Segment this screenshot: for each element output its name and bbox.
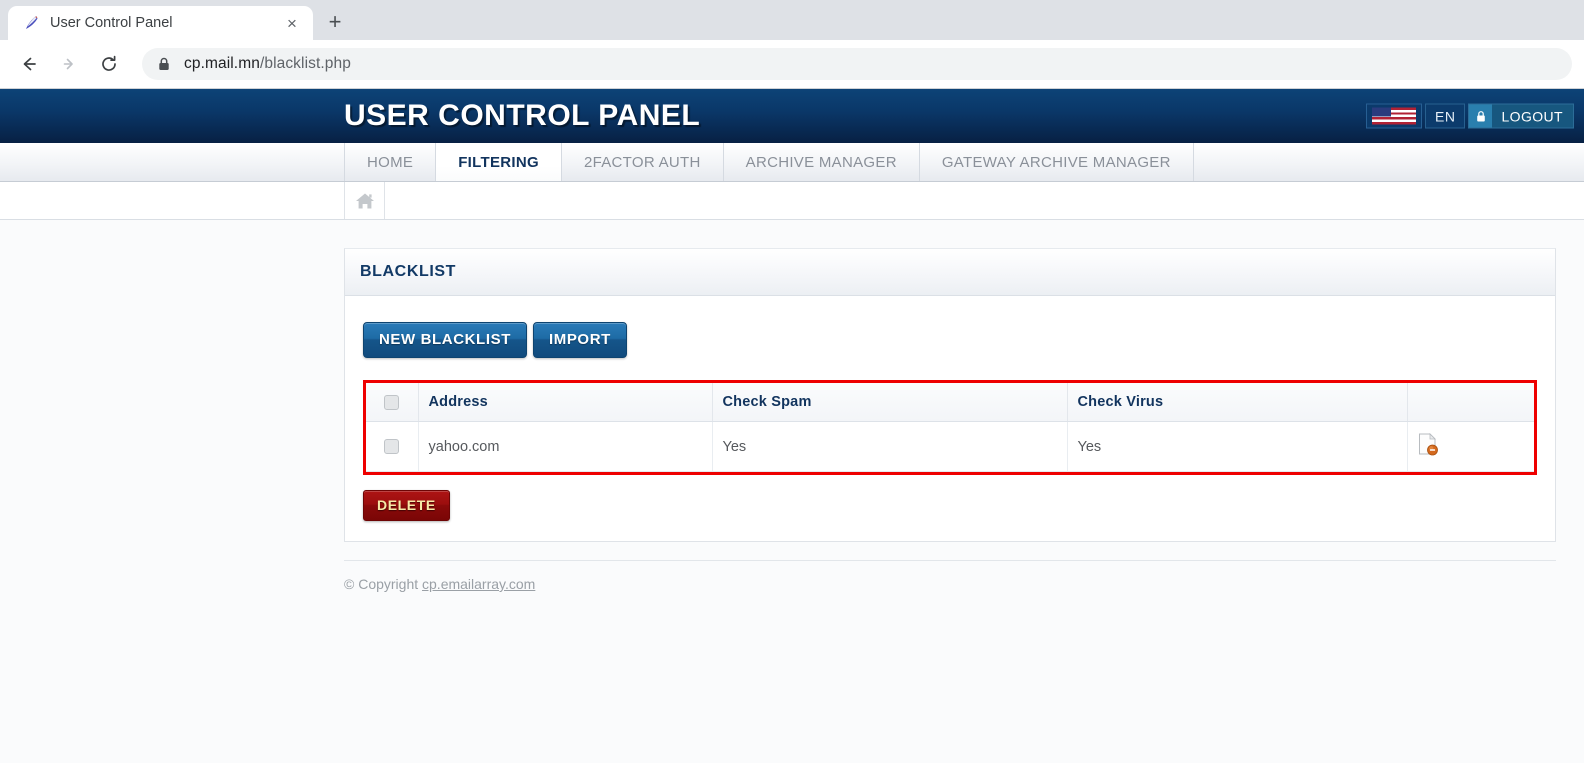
nav-tab-2factor-auth[interactable]: 2FACTOR AUTH — [560, 143, 724, 181]
panel-body: NEW BLACKLIST IMPORT Address Check Spam — [345, 296, 1555, 541]
copyright-text: © Copyright cp.emailarray.com — [344, 561, 1556, 592]
row-checkbox[interactable] — [384, 439, 400, 455]
copyright-link[interactable]: cp.emailarray.com — [422, 576, 535, 592]
browser-toolbar: cp.mail.mn/blacklist.php — [0, 40, 1584, 89]
page-body: BLACKLIST NEW BLACKLIST IMPORT Address C… — [0, 220, 1584, 763]
header-actions: EN LOGOUT — [1366, 103, 1574, 129]
toolbar-buttons: NEW BLACKLIST IMPORT — [363, 322, 1537, 358]
column-address: Address — [418, 383, 713, 422]
cell-address: yahoo.com — [418, 421, 713, 472]
reload-icon[interactable] — [92, 47, 126, 81]
cell-check-spam: Yes — [712, 421, 1068, 472]
column-select-all — [366, 383, 419, 422]
logout-label: LOGOUT — [1501, 108, 1563, 124]
blacklist-table: Address Check Spam Check Virus yahoo.com… — [366, 383, 1534, 472]
table-header-row: Address Check Spam Check Virus — [366, 383, 1534, 422]
row-select-cell — [366, 421, 419, 472]
app-header: USER CONTROL PANEL EN LOGOUT — [0, 89, 1584, 143]
main-navigation: HOME FILTERING 2FACTOR AUTH ARCHIVE MANA… — [0, 143, 1584, 182]
browser-tab[interactable]: User Control Panel × — [8, 6, 313, 40]
nav-tab-filtering[interactable]: FILTERING — [435, 143, 562, 181]
home-icon[interactable] — [344, 182, 385, 219]
logout-button[interactable]: LOGOUT — [1468, 103, 1574, 129]
close-icon[interactable]: × — [281, 12, 303, 34]
column-actions — [1407, 383, 1534, 422]
browser-tab-title: User Control Panel — [50, 15, 173, 31]
us-flag-icon[interactable] — [1366, 103, 1423, 129]
cell-check-virus: Yes — [1067, 421, 1408, 472]
address-bar[interactable]: cp.mail.mn/blacklist.php — [142, 48, 1572, 80]
lock-icon — [156, 56, 172, 72]
nav-tab-archive-manager[interactable]: ARCHIVE MANAGER — [722, 143, 920, 181]
new-blacklist-button[interactable]: NEW BLACKLIST — [363, 322, 527, 358]
nav-tab-home[interactable]: HOME — [344, 143, 437, 181]
address-bar-url: cp.mail.mn/blacklist.php — [184, 55, 351, 73]
language-selector[interactable]: EN — [1425, 103, 1466, 129]
url-path: /blacklist.php — [259, 55, 351, 72]
column-check-spam: Check Spam — [712, 383, 1068, 422]
blacklist-table-highlight: Address Check Spam Check Virus yahoo.com… — [363, 380, 1537, 475]
select-all-checkbox[interactable] — [384, 394, 400, 410]
url-domain: cp.mail.mn — [184, 55, 260, 72]
column-check-virus: Check Virus — [1067, 383, 1408, 422]
browser-tabstrip: User Control Panel × + — [0, 0, 1584, 40]
import-button[interactable]: IMPORT — [532, 322, 627, 358]
delete-button[interactable]: DELETE — [363, 490, 450, 521]
page-title: USER CONTROL PANEL — [344, 99, 701, 132]
content-area: BLACKLIST NEW BLACKLIST IMPORT Address C… — [0, 220, 1584, 592]
feather-pen-icon — [22, 14, 40, 32]
copyright-prefix: © Copyright — [344, 576, 423, 592]
document-delete-icon[interactable] — [1418, 433, 1438, 456]
breadcrumb — [0, 182, 1584, 220]
lock-icon — [1469, 104, 1493, 128]
forward-arrow-icon — [52, 47, 86, 81]
back-arrow-icon[interactable] — [12, 47, 46, 81]
footer: © Copyright cp.emailarray.com — [344, 560, 1556, 592]
cell-actions — [1407, 421, 1534, 472]
blacklist-panel: BLACKLIST NEW BLACKLIST IMPORT Address C… — [344, 248, 1556, 542]
browser-chrome: User Control Panel × + cp.mail.mn/blackl… — [0, 0, 1584, 89]
panel-header: BLACKLIST — [345, 249, 1555, 296]
table-row: yahoo.com Yes Yes — [366, 421, 1534, 472]
new-tab-button[interactable]: + — [319, 6, 351, 38]
nav-tab-gateway-archive-manager[interactable]: GATEWAY ARCHIVE MANAGER — [918, 143, 1194, 181]
panel-title: BLACKLIST — [360, 263, 457, 280]
